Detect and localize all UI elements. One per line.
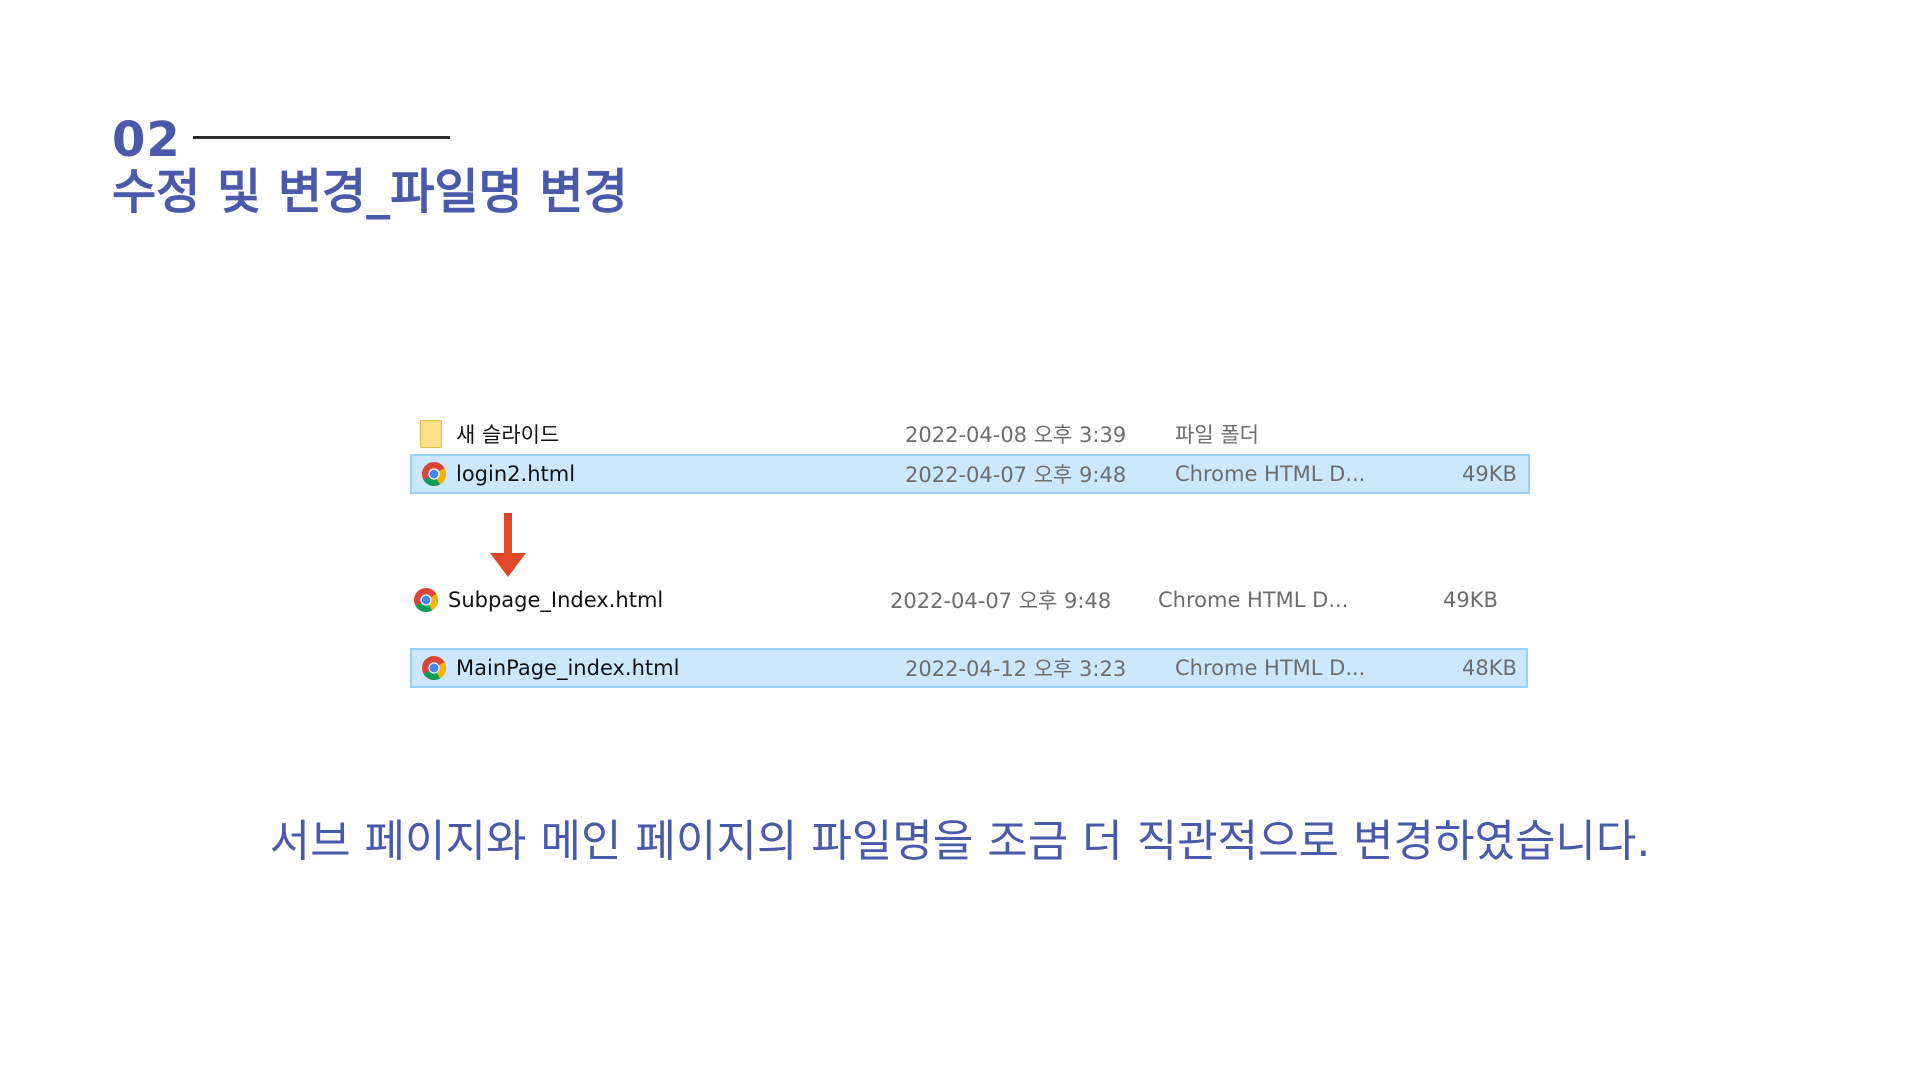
header-divider: [193, 136, 450, 139]
file-size: 48KB: [1462, 656, 1517, 680]
slide-caption: 서브 페이지와 메인 페이지의 파일명을 조금 더 직관적으로 변경하였습니다.: [269, 816, 1651, 867]
file-row-login2[interactable]: login2.html 2022-04-07 오후 9:48 Chrome HT…: [410, 454, 1530, 494]
file-row-subpage-index[interactable]: Subpage_Index.html 2022-04-07 오후 9:48 Ch…: [405, 580, 1525, 620]
file-modified: 2022-04-07 오후 9:48: [905, 463, 1127, 487]
file-type: Chrome HTML D...: [1175, 462, 1366, 486]
file-name: MainPage_index.html: [456, 656, 680, 680]
chrome-icon: [420, 654, 448, 682]
file-type: 파일 폴더: [1175, 423, 1259, 447]
file-modified: 2022-04-07 오후 9:48: [890, 589, 1112, 613]
file-row-mainpage-index[interactable]: MainPage_index.html 2022-04-12 오후 3:23 C…: [410, 648, 1528, 688]
file-name: login2.html: [456, 462, 576, 486]
file-name: 새 슬라이드: [456, 423, 560, 447]
file-row-new-slide-folder[interactable]: 새 슬라이드 2022-04-08 오후 3:39 파일 폴더: [410, 414, 1530, 454]
page-title: 수정 및 변경_파일명 변경: [112, 164, 628, 220]
file-name: Subpage_Index.html: [448, 588, 664, 612]
file-type: Chrome HTML D...: [1175, 656, 1366, 680]
file-modified: 2022-04-08 오후 3:39: [905, 423, 1127, 447]
chrome-icon: [412, 586, 440, 614]
chrome-icon: [420, 460, 448, 488]
file-size: 49KB: [1462, 462, 1517, 486]
file-modified: 2022-04-12 오후 3:23: [905, 657, 1127, 681]
down-arrow-icon: [490, 513, 526, 577]
file-size: 49KB: [1443, 588, 1498, 612]
file-type: Chrome HTML D...: [1158, 588, 1349, 612]
folder-icon: [420, 420, 448, 448]
